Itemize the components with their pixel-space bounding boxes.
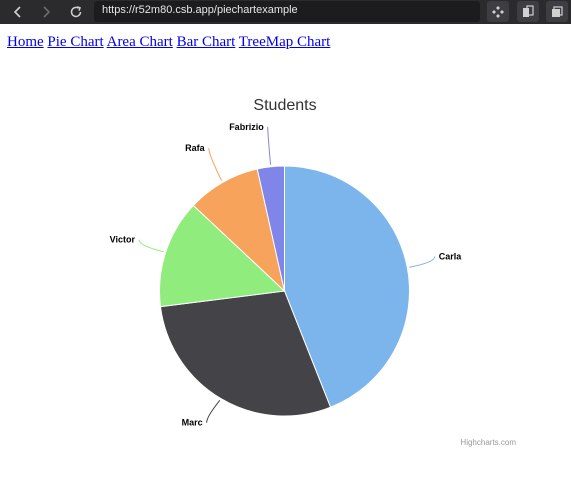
slice-label-fabrizio: Fabrizio bbox=[229, 122, 264, 132]
puzzle-icon bbox=[492, 5, 504, 18]
reload-button[interactable] bbox=[64, 0, 88, 24]
chevron-left-icon bbox=[13, 6, 21, 18]
address-bar[interactable]: https://r52m80.csb.app/piechartexample bbox=[94, 1, 480, 22]
chart-title: Students bbox=[253, 97, 316, 114]
chart-credits[interactable]: Highcharts.com bbox=[460, 438, 516, 447]
connector-carla bbox=[409, 256, 436, 268]
pie-chart: Students Carla Marc Victor Rafa Fabrizio Hig… bbox=[110, 97, 517, 447]
sidebar-button[interactable] bbox=[517, 1, 539, 22]
reload-icon bbox=[70, 6, 82, 18]
windows-icon bbox=[552, 5, 563, 17]
chevron-right-icon bbox=[43, 6, 51, 18]
forward-button[interactable] bbox=[34, 0, 58, 24]
slice-label-carla: Carla bbox=[439, 251, 463, 261]
slice-label-rafa: Rafa bbox=[185, 143, 206, 153]
connector-rafa bbox=[208, 148, 223, 181]
slice-label-victor: Victor bbox=[110, 235, 136, 245]
connector-victor bbox=[138, 239, 164, 253]
url-text: https://r52m80.csb.app/piechartexample bbox=[102, 4, 298, 16]
connector-marc bbox=[206, 399, 221, 423]
extension-button[interactable] bbox=[487, 1, 509, 22]
connector-fabrizio bbox=[267, 126, 272, 165]
panels-icon bbox=[523, 4, 534, 17]
tabs-button[interactable] bbox=[546, 1, 568, 22]
browser-toolbar: https://r52m80.csb.app/piechartexample bbox=[0, 0, 571, 24]
slice-label-marc: Marc bbox=[182, 418, 203, 428]
back-button[interactable] bbox=[6, 0, 30, 24]
